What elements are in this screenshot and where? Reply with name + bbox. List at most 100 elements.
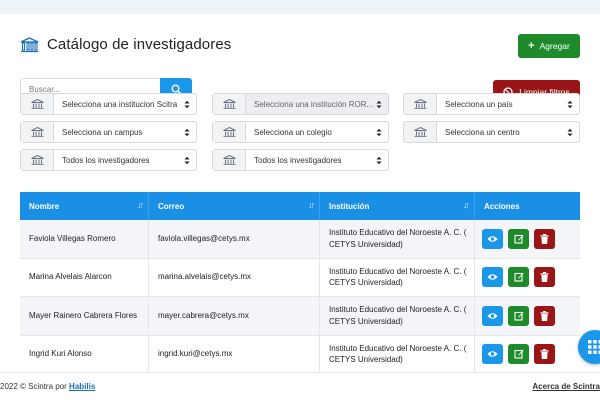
page-header: Catálogo de investigadores xyxy=(20,36,231,53)
view-button[interactable] xyxy=(482,228,503,249)
filter-select-value: Selecciona un colegio xyxy=(246,122,388,142)
table-body: Faviola Villegas Romero faviola.villegas@… xyxy=(20,220,580,372)
filter-addon xyxy=(21,150,54,170)
sort-icon: ↓↑ xyxy=(308,200,315,210)
cell-actions xyxy=(475,220,580,258)
sort-icon: ↓↑ xyxy=(463,200,470,210)
filter-select-value: Selecciona un campus xyxy=(54,122,196,142)
edit-button[interactable] xyxy=(508,305,529,326)
col-header-institution[interactable]: Institución ↓↑ xyxy=(320,192,475,220)
cell-institution: Instituto Educativo del Noroeste A. C. (… xyxy=(320,258,475,296)
cell-email: faviola.villegas@cetys.mx xyxy=(149,220,320,258)
select-caret-icon xyxy=(376,156,382,165)
eye-icon xyxy=(487,274,498,280)
habilis-link[interactable]: Habilis xyxy=(69,382,95,391)
cell-actions xyxy=(475,297,580,335)
institution-icon xyxy=(30,99,44,109)
select-caret-icon xyxy=(376,100,382,109)
filter-select[interactable]: Selecciona un país xyxy=(403,93,580,115)
cell-actions xyxy=(475,259,580,297)
institution-icon xyxy=(222,99,236,109)
institution-icon xyxy=(413,99,427,109)
filter-select-value: Selecciona una institucion Scitra xyxy=(54,94,196,114)
edit-button[interactable] xyxy=(508,344,529,365)
cell-institution: Instituto Educativo del Noroeste A. C. (… xyxy=(320,335,475,372)
footer: 2022 © Scintra por Habilis Acerca de Sci… xyxy=(0,372,600,400)
delete-button[interactable] xyxy=(534,267,555,288)
view-button[interactable] xyxy=(482,344,503,365)
select-caret-icon xyxy=(567,100,573,109)
trash-icon xyxy=(540,272,549,283)
select-caret-icon xyxy=(184,128,190,137)
delete-button[interactable] xyxy=(534,228,555,249)
filter-select-value: Selecciona una institución ROR... xyxy=(246,94,388,114)
cell-institution: Instituto Educativo del Noroeste A. C. (… xyxy=(320,220,475,258)
table-row: Mayer Rainero Cabrera Flores mayer.cabrer… xyxy=(20,297,580,336)
add-button-label: Agregar xyxy=(539,41,570,51)
cell-name: Ingrid Kuri Alonso xyxy=(20,335,149,372)
filter-addon xyxy=(21,122,54,142)
page-title: Catálogo de investigadores xyxy=(47,36,232,53)
cell-name: Mayer Rainero Cabrera Flores xyxy=(20,297,149,335)
filter-select[interactable]: Todos los investigadores xyxy=(20,149,197,171)
filter-select[interactable]: Selecciona un centro xyxy=(403,121,580,143)
filter-addon xyxy=(404,94,437,114)
select-caret-icon xyxy=(567,128,573,137)
filter-select[interactable]: Selecciona un campus xyxy=(20,121,197,143)
filter-select[interactable]: Selecciona una institucion Scitra xyxy=(20,93,197,115)
filter-select: Selecciona una institución ROR... xyxy=(212,93,389,115)
cell-name: Marina Alvelais Alarcon xyxy=(20,258,149,296)
institution-icon xyxy=(30,127,44,137)
table-header: Nombre ↓↑ Correo ↓↑ Institución ↓↑ Accio… xyxy=(20,192,580,220)
edit-icon xyxy=(513,273,524,282)
filter-select-value: Todos los investigadores xyxy=(246,150,388,170)
table-row: Faviola Villegas Romero faviola.villegas@… xyxy=(20,220,580,259)
about-link[interactable]: Acerca de Scintra xyxy=(532,382,600,391)
edit-button[interactable] xyxy=(508,267,529,288)
col-header-actions: Acciones xyxy=(484,201,520,211)
filter-addon xyxy=(213,94,246,114)
institution-icon xyxy=(222,127,236,137)
filter-select-value: Todos los investigadores xyxy=(54,150,196,170)
filter-addon xyxy=(213,150,246,170)
edit-icon xyxy=(513,234,524,244)
edit-button[interactable] xyxy=(508,228,529,249)
trash-icon xyxy=(540,233,549,244)
cell-email: marina.alvelais@cetys.mx xyxy=(149,258,320,296)
filter-addon xyxy=(404,122,437,142)
add-button[interactable]: + Agregar xyxy=(518,34,580,58)
filter-select-value: Selecciona un centro xyxy=(437,122,579,142)
filter-addon xyxy=(21,94,54,114)
select-caret-icon xyxy=(376,128,382,137)
table-row: Ingrid Kuri Alonso ingrid.kuri@cetys.mx In… xyxy=(20,335,580,373)
delete-button[interactable] xyxy=(534,305,555,326)
catalog-card: Catálogo de investigadores + Agregar Bus… xyxy=(0,14,600,372)
trash-icon xyxy=(540,349,549,360)
view-button[interactable] xyxy=(482,267,503,288)
top-strip xyxy=(0,0,600,14)
researchers-table: Nombre ↓↑ Correo ↓↑ Institución ↓↑ Accio… xyxy=(20,192,580,372)
eye-icon xyxy=(487,236,498,242)
col-header-name[interactable]: Nombre ↓↑ xyxy=(20,192,149,220)
edit-icon xyxy=(513,350,524,359)
col-header-email[interactable]: Correo ↓↑ xyxy=(149,192,320,220)
eye-icon xyxy=(487,313,498,319)
filter-select-value: Selecciona un país xyxy=(437,94,579,114)
cell-email: mayer.cabrera@cetys.mx xyxy=(149,297,320,335)
view-button[interactable] xyxy=(482,305,503,326)
cell-email: ingrid.kuri@cetys.mx xyxy=(149,335,320,372)
cell-actions xyxy=(475,336,580,373)
select-caret-icon xyxy=(184,100,190,109)
plus-icon: + xyxy=(528,39,535,52)
building-columns-icon xyxy=(20,36,39,52)
filter-select[interactable]: Todos los investigadores xyxy=(212,149,389,171)
institution-icon xyxy=(222,155,236,165)
delete-button[interactable] xyxy=(534,344,555,365)
sort-icon: ↓↑ xyxy=(137,200,144,210)
table-row: Marina Alvelais Alarcon marina.alvelais@c… xyxy=(20,258,580,297)
select-caret-icon xyxy=(184,156,190,165)
filter-select[interactable]: Selecciona un colegio xyxy=(212,121,389,143)
filter-addon xyxy=(213,122,246,142)
footer-copyright: 2022 © Scintra por Habilis xyxy=(0,382,96,391)
institution-icon xyxy=(413,127,427,137)
